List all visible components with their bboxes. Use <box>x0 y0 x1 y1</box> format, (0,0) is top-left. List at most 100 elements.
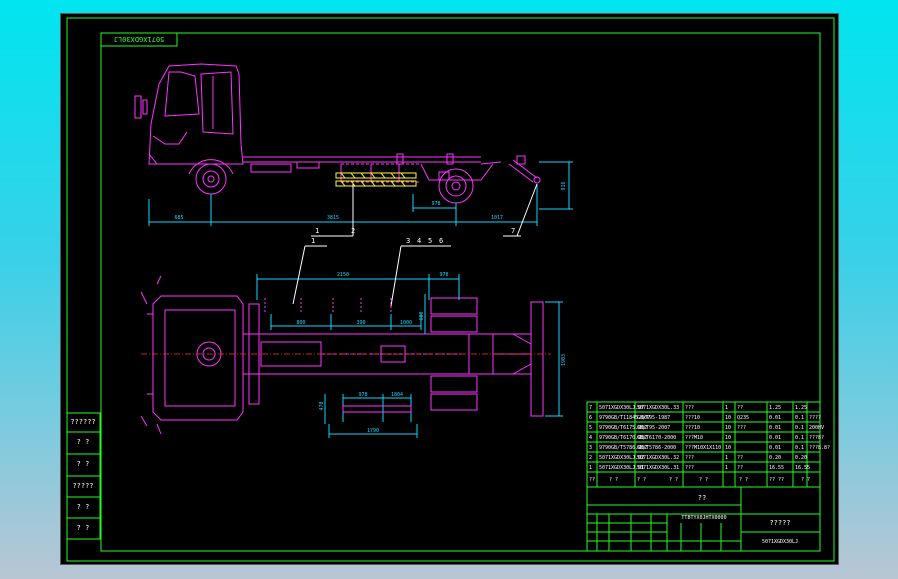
parts-header-cell: ? ? <box>637 477 646 483</box>
parts-cell: ??? <box>685 455 694 461</box>
parts-cell: ???M10X1X110 <box>685 445 721 451</box>
parts-header-cell: ? ? <box>669 477 678 483</box>
callout-number: 5 <box>428 237 432 245</box>
dim-label: 2150 <box>337 272 349 278</box>
top-view-truck <box>140 275 544 435</box>
parts-cell: 0.20 <box>769 455 781 461</box>
detail-dimensions: 1790 978 1804 470 <box>319 392 418 438</box>
parts-cell: 7 <box>589 405 592 411</box>
callout-number: 1 <box>311 237 315 245</box>
parts-cell: ???8? <box>809 435 824 441</box>
parts-cell: ?? <box>737 465 743 471</box>
drawing-code-bottom: 5071XGDX30LJ <box>762 539 798 545</box>
parts-cell: 10 <box>725 435 731 441</box>
dim-label: 1804 <box>391 392 403 398</box>
parts-cell: GB/T95-1987 <box>637 415 670 421</box>
parts-cell: 4 <box>589 435 592 441</box>
drawing-sheet: 5071XGDX30LJ ?????? ? ? ? ? ????? ? ? ? … <box>60 13 839 565</box>
parts-cell: ???8.8? <box>809 445 830 451</box>
cad-drawing: 5071XGDX30LJ ?????? ? ? ? ? ????? ? ? ? … <box>66 17 835 562</box>
parts-cell: Q235 <box>737 415 749 421</box>
dim-label: 800 <box>296 320 305 326</box>
dim-label: 1903 <box>561 354 567 366</box>
parts-cell: 1.25 <box>795 405 807 411</box>
parts-cell: ???10 <box>685 415 700 421</box>
parts-cell: 1.25 <box>769 405 781 411</box>
parts-cell: 10 <box>725 445 731 451</box>
stamp-cell: ? ? <box>77 503 90 511</box>
parts-cell: 2 <box>589 455 592 461</box>
parts-cell: 5071XGDX30L.33 <box>637 405 679 411</box>
parts-cell: 10 <box>725 425 731 431</box>
title-block: ?? TTBTYX0JHTX0000 ????? 5071XGDX30LJ <box>586 486 821 552</box>
dim-label: 3815 <box>327 215 339 221</box>
parts-cell: 0.01 <box>769 415 781 421</box>
parts-cell: 1 <box>725 455 728 461</box>
side-view-truck <box>134 63 541 204</box>
drawing-code-mirrored: 5071XGDX30LJ <box>114 35 165 43</box>
parts-cell: ??? <box>685 465 694 471</box>
outer-frame <box>66 17 835 562</box>
parts-cell: 0.01 <box>769 445 781 451</box>
parts-header-cell: ?? <box>589 477 595 483</box>
parts-cell: 0.01 <box>769 435 781 441</box>
parts-cell: 0.20 <box>795 455 807 461</box>
inner-frame <box>100 32 821 552</box>
parts-cell: ?? <box>737 455 743 461</box>
parts-cell: ??? <box>685 405 694 411</box>
parts-cell: 5 <box>589 425 592 431</box>
parts-cell: 5071XGDX30L.31 <box>637 465 679 471</box>
parts-header-cell: ? ? <box>699 477 708 483</box>
top-view-callouts: 1 3 4 5 6 <box>292 237 451 307</box>
left-stamp: ?????? ? ? ? ? ????? ? ? ? ? <box>66 412 101 540</box>
dim-label: 600 <box>419 311 425 320</box>
parts-header-cell: ? ? <box>801 477 810 483</box>
parts-cell: 0.1 <box>795 435 804 441</box>
stamp-cell: ?????? <box>70 418 95 426</box>
parts-cell: ???M10 <box>685 435 703 441</box>
dim-label: 978 <box>431 201 440 207</box>
parts-cell: 3 <box>589 445 592 451</box>
callout-number: 7 <box>511 227 515 235</box>
callout-number: 6 <box>439 237 443 245</box>
dim-label: 978 <box>358 392 367 398</box>
stamp-cell: ? ? <box>77 460 90 468</box>
side-view-callouts: 2 7 1 <box>311 183 538 237</box>
dim-label: 1790 <box>367 428 379 434</box>
parts-header-cell: ? ? <box>739 477 748 483</box>
callout-number: 1 <box>315 227 319 235</box>
dim-label: 1000 <box>400 320 412 326</box>
callout-number: 4 <box>417 237 421 245</box>
top-view-bolts <box>264 298 392 314</box>
part-number: TTBTYX0JHTX0000 <box>681 515 726 521</box>
parts-cell: 6 <box>589 415 592 421</box>
parts-cell: ???? <box>809 415 821 421</box>
title-block-name: ????? <box>769 519 790 527</box>
parts-cell: ???10 <box>685 425 700 431</box>
parts-list-table: 7 5071XGDX30LJ.075071XGDX30L.33??? 1?? 1.25… <box>586 401 830 488</box>
stamp-cell: ? ? <box>77 524 90 532</box>
parts-cell: 200HV <box>809 425 824 431</box>
parts-cell: 1 <box>725 465 728 471</box>
parts-cell: ?? <box>737 405 743 411</box>
parts-cell: 1 <box>725 405 728 411</box>
stamp-cell: ? ? <box>77 438 90 446</box>
parts-header-cell: ? ? <box>609 477 618 483</box>
callout-number: 3 <box>406 237 410 245</box>
parts-cell: 0.01 <box>769 425 781 431</box>
parts-cell: 0.1 <box>795 415 804 421</box>
parts-cell: GB/T6170-2000 <box>637 435 676 441</box>
parts-cell: 16.55 <box>769 465 784 471</box>
parts-cell: ??? <box>737 425 746 431</box>
dim-label: 1017 <box>491 215 503 221</box>
title-block-center: ?? <box>698 494 706 502</box>
top-view-dimensions: 2150 978 800 390 1000 600 1903 <box>256 272 567 417</box>
parts-cell: 0.1 <box>795 425 804 431</box>
dim-label: 390 <box>356 320 365 326</box>
dim-label: 685 <box>174 215 183 221</box>
parts-cell: 1 <box>589 465 592 471</box>
parts-cell: 5071XGDX30L.32 <box>637 455 679 461</box>
dim-label: 470 <box>319 401 325 410</box>
parts-cell: GB/T5786-2000 <box>637 445 676 451</box>
dim-label: 978 <box>439 272 448 278</box>
